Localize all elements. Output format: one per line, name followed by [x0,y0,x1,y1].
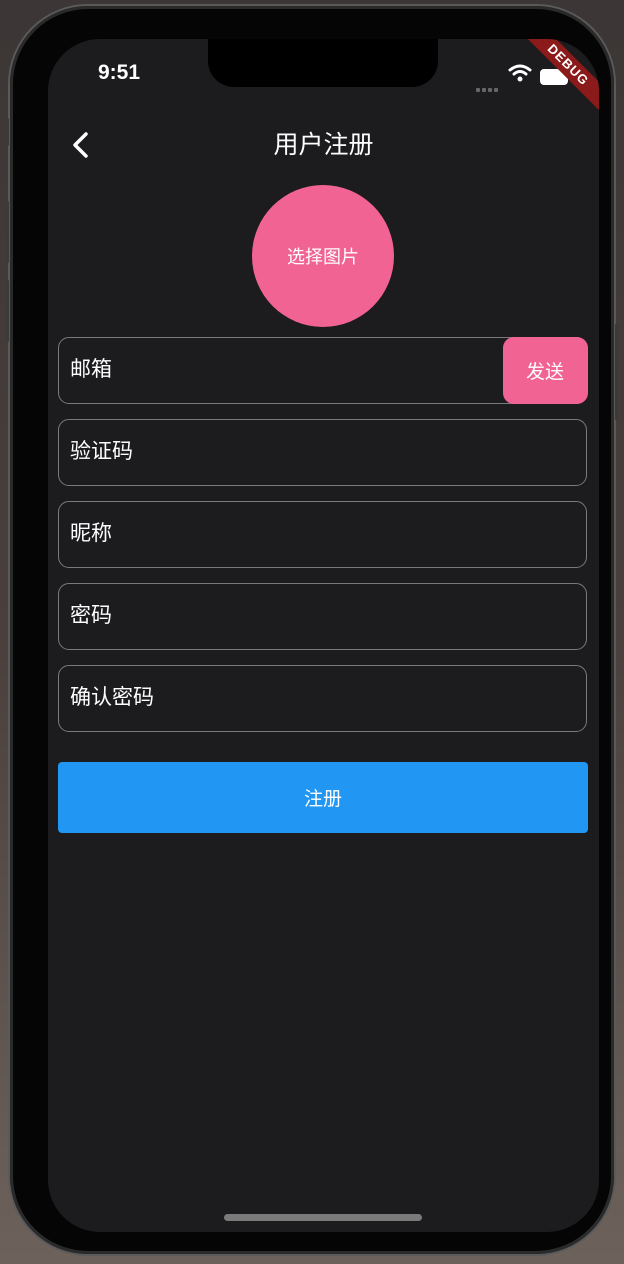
side-button [6,118,9,146]
email-label: 邮箱 [70,357,112,381]
status-time: 9:51 [98,61,141,84]
debug-label: DEBUG [519,39,599,119]
send-code-label: 发送 [525,360,564,383]
password-label: 密码 [70,603,112,627]
debug-banner: DEBUG [519,39,599,119]
confirm-password-label: 确认密码 [70,685,154,709]
nickname-field[interactable]: 昵称 [58,501,587,568]
send-code-button[interactable]: 发送 [502,336,588,404]
app-screen: 9:51 DEBUG 用户注册 选择图片 邮箱 发送 验证码 昵称 密码 确认密… [48,39,599,1232]
phone-frame: 9:51 DEBUG 用户注册 选择图片 邮箱 发送 验证码 昵称 密码 确认密… [6,6,618,1254]
home-indicator[interactable] [224,1214,422,1221]
register-label: 注册 [303,788,342,810]
cellular-signal-icon [476,77,500,96]
nickname-label: 昵称 [70,521,112,545]
verification-code-label: 验证码 [70,439,133,463]
select-image-button[interactable]: 选择图片 [252,185,394,327]
side-button [6,280,9,342]
side-button [6,201,9,263]
email-field[interactable]: 邮箱 发送 [58,336,588,404]
register-button[interactable]: 注册 [58,762,588,833]
side-button [615,324,618,420]
notch [208,39,438,87]
verification-code-field[interactable]: 验证码 [58,419,587,486]
page-title: 用户注册 [273,130,374,159]
password-field[interactable]: 密码 [58,583,587,650]
select-image-label: 选择图片 [287,247,359,268]
confirm-password-field[interactable]: 确认密码 [58,665,587,732]
